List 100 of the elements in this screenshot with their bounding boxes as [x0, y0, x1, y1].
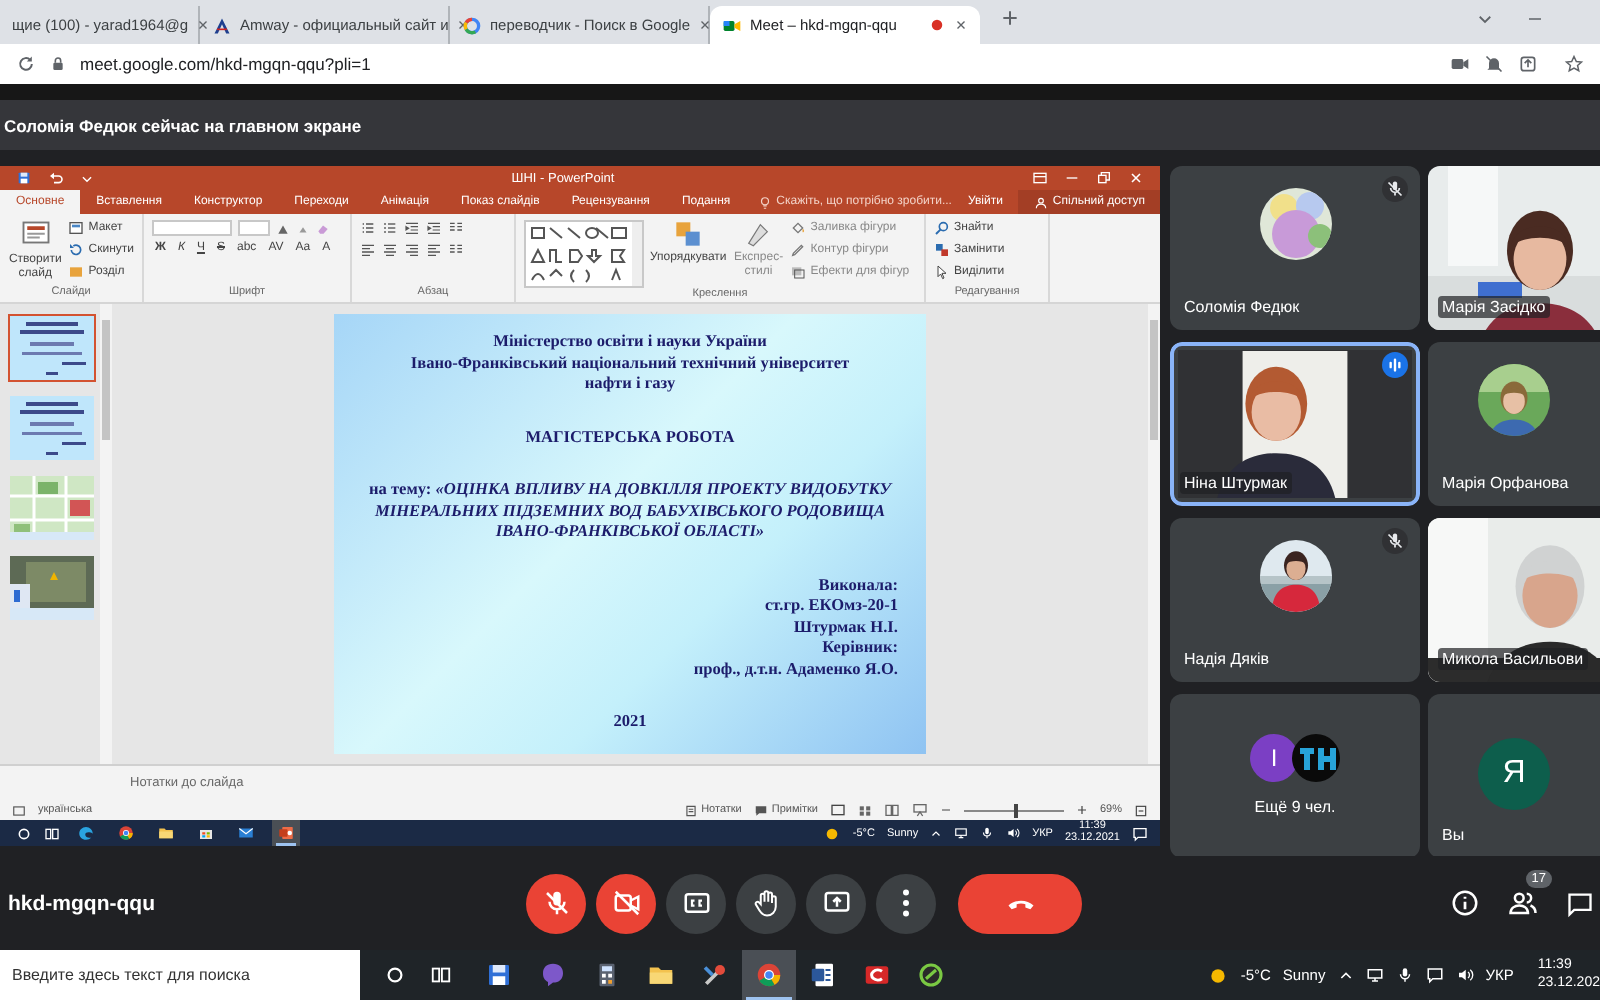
share-icon[interactable] — [1518, 54, 1538, 74]
avatar: I — [1250, 734, 1298, 782]
zoom-slider-thumb[interactable] — [1013, 803, 1018, 817]
meeting-code: hkd-mgqn-qqu — [8, 891, 157, 915]
replace-icon — [934, 242, 950, 258]
hand-icon — [751, 888, 781, 918]
captions-button[interactable] — [666, 873, 726, 933]
close-icon[interactable] — [954, 18, 968, 32]
participant-name: Марія Засідко — [1438, 296, 1550, 318]
round-logo-icon[interactable] — [742, 950, 796, 1000]
task-view-icon[interactable] — [44, 825, 60, 841]
search-circle-icon[interactable] — [384, 964, 406, 986]
chat-icon[interactable] — [1566, 889, 1594, 917]
align-left-icon[interactable] — [360, 242, 376, 258]
effects-icon — [790, 264, 807, 280]
close-icon[interactable] — [196, 18, 211, 32]
people-icon[interactable] — [1508, 888, 1538, 918]
slide-text: ст.гр. ЕКОмз-20-1 — [765, 596, 898, 618]
align-center-icon[interactable] — [382, 242, 398, 258]
bullets-icon[interactable] — [360, 220, 376, 236]
camera-button[interactable] — [596, 873, 656, 933]
network-icon[interactable] — [1365, 966, 1384, 984]
ring-logo-icon — [462, 15, 482, 35]
microphone-icon[interactable] — [1395, 966, 1414, 984]
notification-icon[interactable] — [1132, 825, 1148, 841]
slideshow-icon[interactable] — [911, 802, 928, 818]
align-right-icon[interactable] — [404, 242, 420, 258]
zoom-in-icon[interactable] — [1075, 804, 1088, 816]
participant-name: Микола Васильови — [1438, 648, 1588, 670]
leave-call-button[interactable] — [958, 873, 1082, 933]
sun-icon — [1208, 965, 1229, 985]
grow-font-icon[interactable] — [276, 221, 290, 235]
fit-slide-icon[interactable] — [1134, 803, 1148, 817]
caret-up-icon[interactable] — [1337, 967, 1354, 983]
indent-icon[interactable] — [426, 220, 442, 236]
reading-view-icon[interactable] — [883, 802, 900, 818]
search-field[interactable]: Введите здесь текст для поиска — [0, 950, 360, 1000]
new-tab-icon[interactable] — [1000, 7, 1020, 27]
slide-text: Виконала: — [818, 575, 898, 597]
bucket-icon — [790, 220, 807, 236]
participant-name: Надія Дяків — [1182, 648, 1272, 670]
more-options-button[interactable] — [876, 873, 936, 933]
customize-icon[interactable] — [80, 171, 94, 186]
raise-hand-button[interactable] — [736, 873, 796, 933]
font-size-field[interactable] — [238, 220, 270, 236]
close-icon[interactable] — [698, 18, 713, 32]
section-icon — [68, 264, 85, 280]
normal-view-icon[interactable] — [829, 802, 846, 818]
avatar: Я — [1478, 738, 1550, 810]
message-icon[interactable] — [1425, 966, 1444, 984]
slide-thumbnail[interactable] — [8, 394, 96, 462]
bell-off-icon[interactable] — [1484, 54, 1504, 74]
font-name-field[interactable] — [152, 220, 232, 236]
slide-thumbnail[interactable] — [8, 314, 96, 382]
quick-styles-icon — [744, 220, 773, 248]
lightbulb-icon — [758, 195, 773, 210]
star-icon[interactable] — [1564, 54, 1584, 74]
restore-icon[interactable] — [1096, 170, 1112, 187]
indent-icon[interactable] — [404, 220, 420, 236]
slide-thumbnail[interactable] — [8, 554, 96, 622]
caret-up-icon[interactable] — [930, 827, 943, 839]
more-icon — [902, 888, 910, 918]
justify-icon[interactable] — [426, 242, 442, 258]
columns-icon[interactable] — [448, 242, 464, 258]
lock-icon[interactable] — [50, 56, 66, 72]
slide-text: Керівник: — [822, 638, 898, 660]
microphone-button[interactable] — [526, 873, 586, 933]
more-participants-label[interactable]: Ещё 9 чел. — [1170, 798, 1420, 816]
shapes-gallery-drawing[interactable] — [524, 220, 644, 288]
participant-name: Ніна Штурмак — [1180, 472, 1292, 494]
slides-app-icon[interactable] — [272, 820, 300, 846]
slide-text: Міністерство освіти і науки України — [493, 332, 767, 354]
triangle-logo-icon — [212, 15, 232, 35]
grid-view-icon[interactable] — [857, 803, 872, 817]
slide-text: Івано-Франківський національний технічний університет — [410, 353, 850, 375]
slide-text: МАГІСТЕРСЬКА РОБОТА — [525, 427, 735, 449]
speaker-icon[interactable] — [1006, 826, 1021, 840]
audio-bars-icon — [1382, 352, 1408, 378]
find-icon — [934, 220, 950, 236]
ribbon-options-icon[interactable] — [1032, 170, 1048, 187]
save-icon[interactable] — [16, 170, 32, 187]
pen-icon — [790, 242, 807, 258]
slide-text: нафти і газу — [584, 374, 676, 396]
network-icon[interactable] — [954, 826, 969, 840]
present-button[interactable] — [806, 873, 866, 933]
speaker-icon[interactable] — [1455, 966, 1474, 984]
undo-icon[interactable] — [48, 170, 64, 187]
camera-logo-icon — [722, 15, 742, 35]
video-camera-icon[interactable] — [1450, 54, 1470, 74]
info-icon[interactable] — [1450, 888, 1480, 918]
reload-icon[interactable] — [16, 54, 36, 74]
camera-off-icon — [611, 888, 641, 918]
numbering-icon[interactable] — [382, 220, 398, 236]
layout-icon — [68, 220, 85, 236]
search-circle-icon[interactable] — [16, 825, 32, 841]
microphone-icon[interactable] — [980, 826, 995, 840]
participant-name: Вы — [1440, 824, 1467, 846]
task-view-icon[interactable] — [430, 964, 452, 986]
participant-name: Соломія Федюк — [1182, 296, 1302, 318]
sun-icon — [824, 825, 841, 841]
